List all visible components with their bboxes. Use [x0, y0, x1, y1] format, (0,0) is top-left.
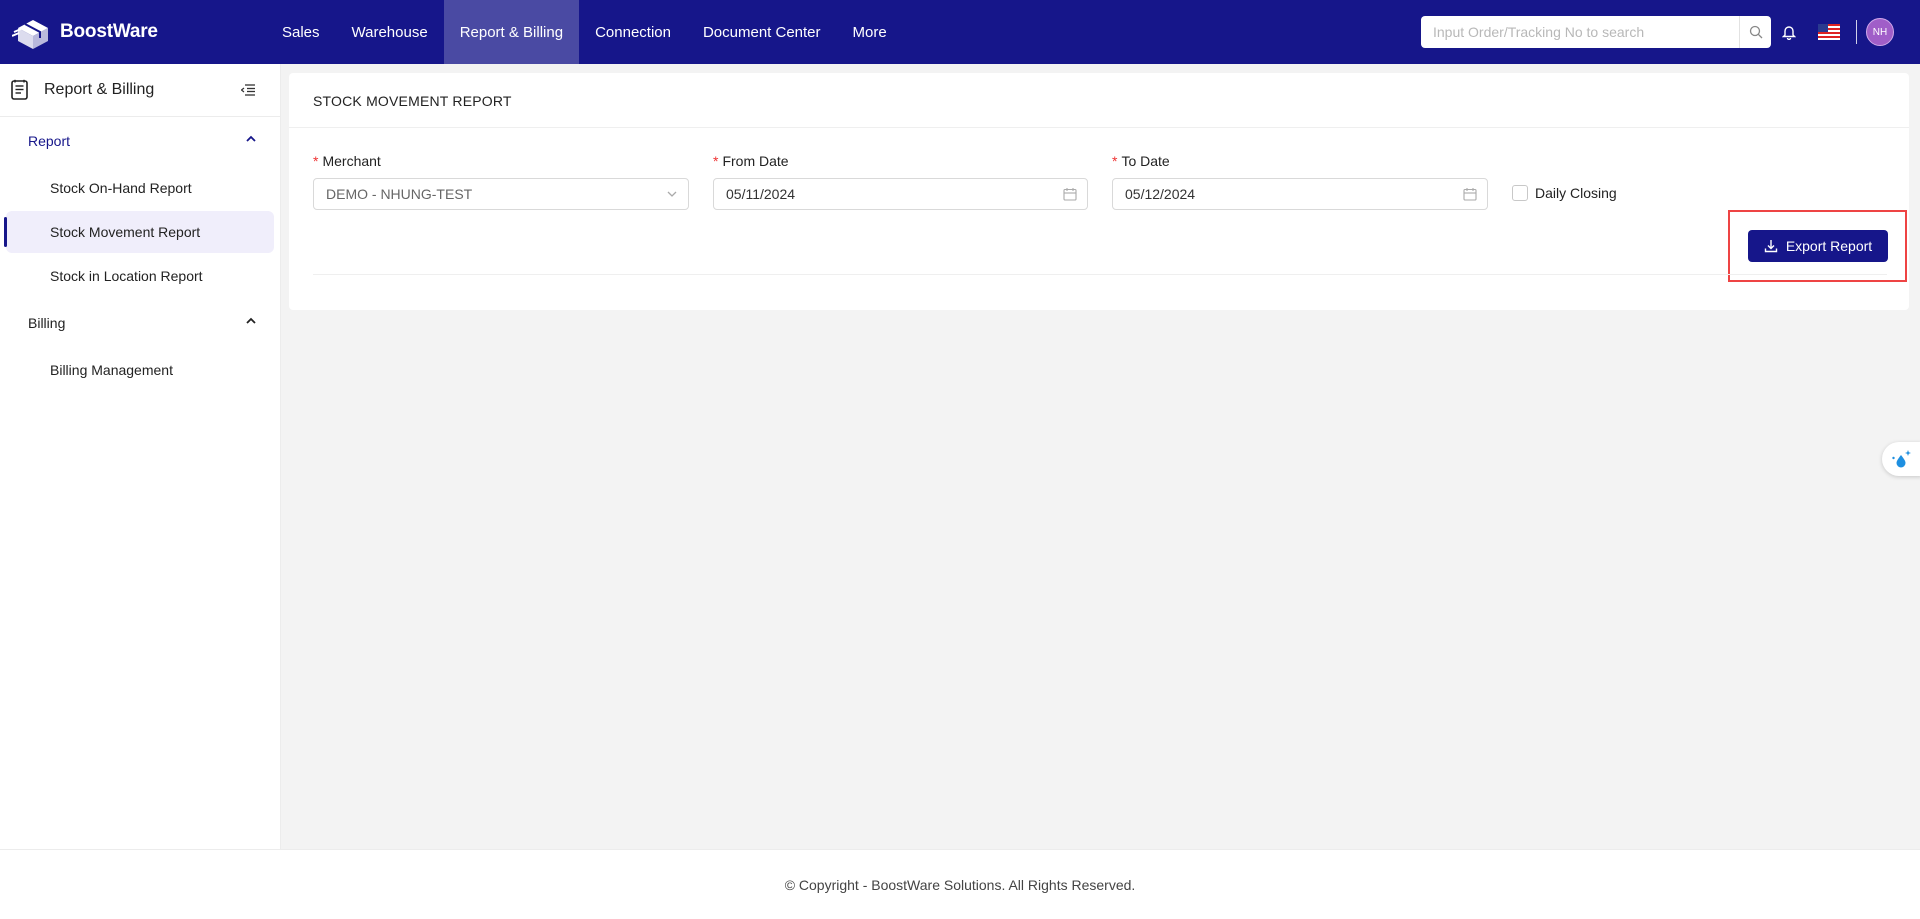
sidebar-group-label: Billing	[28, 315, 66, 331]
user-avatar[interactable]: NH	[1866, 18, 1894, 46]
bell-icon	[1782, 26, 1796, 40]
sidebar-item-billing-management[interactable]: Billing Management	[6, 349, 274, 391]
sidebar-item-label: Stock Movement Report	[50, 224, 201, 240]
boostware-logo-icon	[12, 20, 48, 49]
daily-closing-checkbox[interactable]	[1512, 185, 1528, 201]
export-report-button[interactable]: Export Report	[1748, 230, 1888, 262]
copyright-text: © Copyright - BoostWare Solutions. All R…	[784, 876, 1136, 893]
required-asterisk: *	[313, 153, 319, 169]
merchant-select[interactable]: DEMO - NHUNG-TEST	[313, 178, 689, 210]
required-asterisk: *	[713, 153, 719, 169]
us-flag-icon	[1818, 24, 1840, 40]
menu-fold-icon	[241, 84, 255, 96]
app-name: BoostWare	[60, 21, 158, 42]
title-divider	[289, 127, 1909, 128]
sidebar-group-report[interactable]: Report	[0, 117, 280, 165]
calendar-icon	[1063, 188, 1077, 201]
to-date-label: * To Date	[1112, 153, 1170, 169]
sidebar: Report & Billing Report Stock On-Hand Re…	[0, 64, 281, 849]
to-date-label-text: To Date	[1121, 153, 1170, 169]
language-selector[interactable]	[1818, 24, 1840, 40]
download-icon	[1764, 240, 1778, 253]
nav-warehouse[interactable]: Warehouse	[336, 0, 444, 64]
sparkle-drop-icon	[1892, 450, 1911, 468]
footer: © Copyright - BoostWare Solutions. All R…	[0, 849, 1920, 919]
to-date-value: 05/12/2024	[1125, 186, 1196, 202]
order-search	[1421, 16, 1771, 48]
top-navbar: BoostWare Sales Warehouse Report & Billi…	[0, 0, 1920, 64]
calendar-icon	[1463, 188, 1477, 201]
sidebar-item-label: Billing Management	[50, 362, 173, 378]
chevron-up-icon	[246, 135, 256, 142]
assistant-widget[interactable]	[1882, 442, 1920, 476]
sidebar-group-label: Report	[28, 133, 71, 149]
card-bottom-divider	[313, 274, 1887, 275]
nav-sales[interactable]: Sales	[266, 0, 336, 64]
sidebar-item-stock-in-location[interactable]: Stock in Location Report	[6, 255, 274, 297]
search-input[interactable]	[1421, 17, 1739, 47]
notifications-button[interactable]	[1779, 22, 1799, 42]
from-date-label: * From Date	[713, 153, 789, 169]
nav-connection[interactable]: Connection	[579, 0, 687, 64]
sidebar-item-label: Stock in Location Report	[50, 268, 203, 284]
sidebar-header: Report & Billing	[0, 64, 280, 117]
search-icon	[1749, 25, 1762, 39]
to-date-picker[interactable]: 05/12/2024	[1112, 178, 1488, 210]
merchant-label: * Merchant	[313, 153, 381, 169]
main-nav: Sales Warehouse Report & Billing Connect…	[266, 0, 903, 64]
nav-report-billing[interactable]: Report & Billing	[443, 0, 580, 64]
nav-more[interactable]: More	[837, 0, 903, 64]
brand-logo[interactable]: BoostWare	[12, 0, 252, 64]
merchant-label-text: Merchant	[322, 153, 381, 169]
export-report-label: Export Report	[1785, 238, 1873, 254]
chevron-up-icon	[246, 317, 256, 324]
merchant-value: DEMO - NHUNG-TEST	[326, 186, 473, 202]
sidebar-item-label: Stock On-Hand Report	[50, 180, 192, 196]
from-date-value: 05/11/2024	[726, 186, 796, 202]
from-date-label-text: From Date	[722, 153, 789, 169]
page-title: STOCK MOVEMENT REPORT	[313, 93, 512, 109]
sidebar-item-stock-movement[interactable]: Stock Movement Report	[4, 211, 274, 253]
sidebar-collapse-button[interactable]	[228, 74, 268, 106]
topbar-divider	[1856, 20, 1857, 44]
sidebar-title: Report & Billing	[44, 81, 155, 98]
report-card: STOCK MOVEMENT REPORT * Merchant DEMO - N…	[289, 73, 1909, 310]
nav-document-center[interactable]: Document Center	[687, 0, 837, 64]
sidebar-item-stock-on-hand[interactable]: Stock On-Hand Report	[6, 167, 274, 209]
chevron-down-icon	[667, 191, 677, 197]
sidebar-group-billing[interactable]: Billing	[0, 299, 280, 347]
required-asterisk: *	[1112, 153, 1118, 169]
from-date-picker[interactable]: 05/11/2024	[713, 178, 1088, 210]
report-document-icon	[11, 79, 28, 100]
search-button[interactable]	[1739, 16, 1771, 48]
daily-closing-label: Daily Closing	[1535, 185, 1617, 201]
